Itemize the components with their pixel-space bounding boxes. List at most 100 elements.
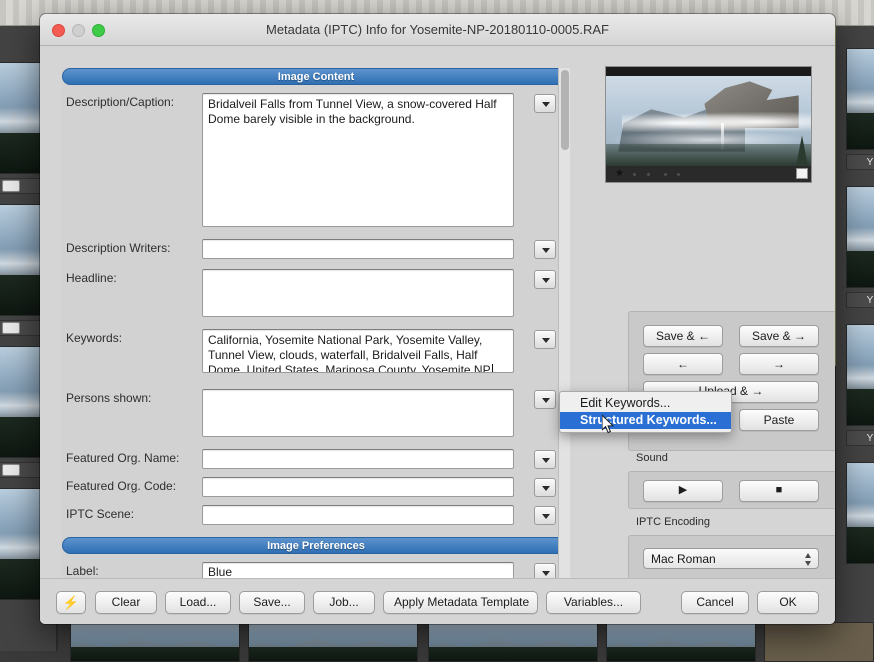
- background-thumbnail[interactable]: [248, 622, 418, 662]
- metadata-form-pane: Image Content Description/Caption: Brida…: [62, 68, 570, 581]
- keywords-popup-button[interactable]: [534, 330, 556, 349]
- background-thumbnail[interactable]: [0, 204, 44, 316]
- lightning-bolt-button[interactable]: ⚡: [56, 591, 86, 614]
- label-description-writers: Description Writers:: [66, 241, 170, 255]
- label-keywords: Keywords:: [66, 331, 122, 345]
- background-thumbnail-caption: Y: [846, 430, 874, 446]
- row-headline: Headline:: [62, 269, 570, 317]
- background-thumbnail[interactable]: [764, 622, 874, 662]
- title-bar[interactable]: Metadata (IPTC) Info for Yosemite-NP-201…: [40, 14, 835, 46]
- menu-item-edit-keywords[interactable]: Edit Keywords...: [560, 395, 731, 412]
- ok-button[interactable]: OK: [757, 591, 819, 614]
- label-headline: Headline:: [66, 271, 117, 285]
- text-caret: [492, 364, 493, 373]
- row-description-caption: Description/Caption: Bridalveil Falls fr…: [62, 93, 570, 227]
- star-empty-icon[interactable]: [633, 173, 636, 176]
- form-scrollbar[interactable]: [558, 68, 570, 581]
- background-thumbnail[interactable]: [428, 622, 598, 662]
- persons-shown-popup-button[interactable]: [534, 390, 556, 409]
- star-empty-icon[interactable]: [647, 173, 650, 176]
- label-label: Label:: [66, 564, 99, 578]
- background-thumbnail-caption: Y: [846, 292, 874, 308]
- dialog-toolbar: ⚡ Clear Load... Save... Job... Apply Met…: [40, 578, 835, 624]
- label-featured-org-code: Featured Org. Code:: [66, 479, 176, 493]
- label-iptc-scene: IPTC Scene:: [66, 507, 134, 521]
- row-keywords: Keywords: California, Yosemite National …: [62, 329, 570, 373]
- background-thumbnail[interactable]: [846, 324, 874, 426]
- iptc-encoding-section-title: IPTC Encoding: [636, 516, 710, 528]
- cancel-button[interactable]: Cancel: [681, 591, 749, 614]
- preview-resize-handle[interactable]: [796, 168, 808, 179]
- load-button[interactable]: Load...: [165, 591, 231, 614]
- background-thumbnail[interactable]: [846, 48, 874, 150]
- description-caption-popup-button[interactable]: [534, 94, 556, 113]
- background-thumbnail[interactable]: [0, 488, 44, 600]
- preview-photo: [606, 76, 811, 166]
- persons-shown-input[interactable]: [202, 389, 514, 437]
- background-thumbnail-caption: Y: [846, 154, 874, 170]
- label-featured-org-name: Featured Org. Name:: [66, 451, 179, 465]
- iptc-scene-popup-button[interactable]: [534, 506, 556, 525]
- sound-play-button[interactable]: ▶: [643, 480, 723, 502]
- job-button[interactable]: Job...: [313, 591, 375, 614]
- sound-section-title: Sound: [636, 452, 668, 464]
- keywords-input[interactable]: California, Yosemite National Park, Yose…: [202, 329, 514, 373]
- back-button[interactable]: ←: [643, 353, 723, 375]
- sound-panel: ▶ ■: [628, 471, 835, 509]
- iptc-encoding-selected-value: Mac Roman: [651, 552, 716, 566]
- iptc-encoding-select[interactable]: Mac Roman: [643, 548, 819, 569]
- paste-button[interactable]: Paste: [739, 409, 819, 431]
- preview-forest: [606, 144, 811, 166]
- row-description-writers: Description Writers:: [62, 239, 570, 259]
- background-thumbnail[interactable]: [0, 346, 44, 458]
- iptc-scene-input[interactable]: [202, 505, 514, 525]
- section-header-image-content: Image Content: [62, 68, 570, 85]
- section-header-image-preferences: Image Preferences: [62, 537, 570, 554]
- label-persons-shown: Persons shown:: [66, 391, 151, 405]
- featured-org-name-input[interactable]: [202, 449, 514, 469]
- rating-bar[interactable]: ★: [606, 166, 811, 182]
- row-featured-org-code: Featured Org. Code:: [62, 477, 570, 497]
- label-description-caption: Description/Caption:: [66, 95, 174, 109]
- star-empty-icon[interactable]: [677, 173, 680, 176]
- star-empty-icon[interactable]: [664, 173, 667, 176]
- description-writers-popup-button[interactable]: [534, 240, 556, 259]
- clear-button[interactable]: Clear: [95, 591, 157, 614]
- save-button[interactable]: Save...: [239, 591, 305, 614]
- forward-button[interactable]: →: [739, 353, 819, 375]
- featured-org-code-popup-button[interactable]: [534, 478, 556, 497]
- background-thumbnail[interactable]: [846, 462, 874, 564]
- window-title: Metadata (IPTC) Info for Yosemite-NP-201…: [40, 14, 835, 45]
- row-featured-org-name: Featured Org. Name:: [62, 449, 570, 469]
- lightning-bolt-icon: ⚡: [63, 595, 79, 610]
- background-thumbnail-badge: [2, 464, 20, 476]
- background-thumbnail[interactable]: [70, 622, 240, 662]
- variables-button[interactable]: Variables...: [546, 591, 641, 614]
- save-and-back-button[interactable]: Save & ←: [643, 325, 723, 347]
- keywords-context-menu[interactable]: Edit Keywords... Structured Keywords...: [559, 391, 732, 433]
- description-caption-input[interactable]: Bridalveil Falls from Tunnel View, a sno…: [202, 93, 514, 227]
- sound-stop-button[interactable]: ■: [739, 480, 819, 502]
- star-filled-icon[interactable]: ★: [615, 169, 624, 179]
- apply-metadata-template-button[interactable]: Apply Metadata Template: [383, 591, 538, 614]
- headline-input[interactable]: [202, 269, 514, 317]
- form-scrollbar-thumb[interactable]: [561, 70, 569, 150]
- row-persons-shown: Persons shown:: [62, 389, 570, 437]
- dialog-body: Image Content Description/Caption: Brida…: [40, 46, 835, 578]
- menu-item-structured-keywords[interactable]: Structured Keywords...: [560, 412, 731, 429]
- image-preview[interactable]: ★: [605, 66, 812, 183]
- featured-org-name-popup-button[interactable]: [534, 450, 556, 469]
- row-iptc-scene: IPTC Scene:: [62, 505, 570, 525]
- background-thumbnail-badge: [2, 322, 20, 334]
- headline-popup-button[interactable]: [534, 270, 556, 289]
- keywords-value: California, Yosemite National Park, Yose…: [208, 333, 491, 373]
- background-column-right: Y Y Y: [836, 26, 874, 651]
- background-thumbnail[interactable]: [846, 186, 874, 288]
- description-writers-input[interactable]: [202, 239, 514, 259]
- metadata-dialog: Metadata (IPTC) Info for Yosemite-NP-201…: [40, 14, 835, 624]
- background-thumbnail[interactable]: [0, 62, 44, 174]
- save-and-forward-button[interactable]: Save & →: [739, 325, 819, 347]
- featured-org-code-input[interactable]: [202, 477, 514, 497]
- stepper-arrows-icon: [805, 552, 812, 567]
- background-thumbnail[interactable]: [606, 622, 756, 662]
